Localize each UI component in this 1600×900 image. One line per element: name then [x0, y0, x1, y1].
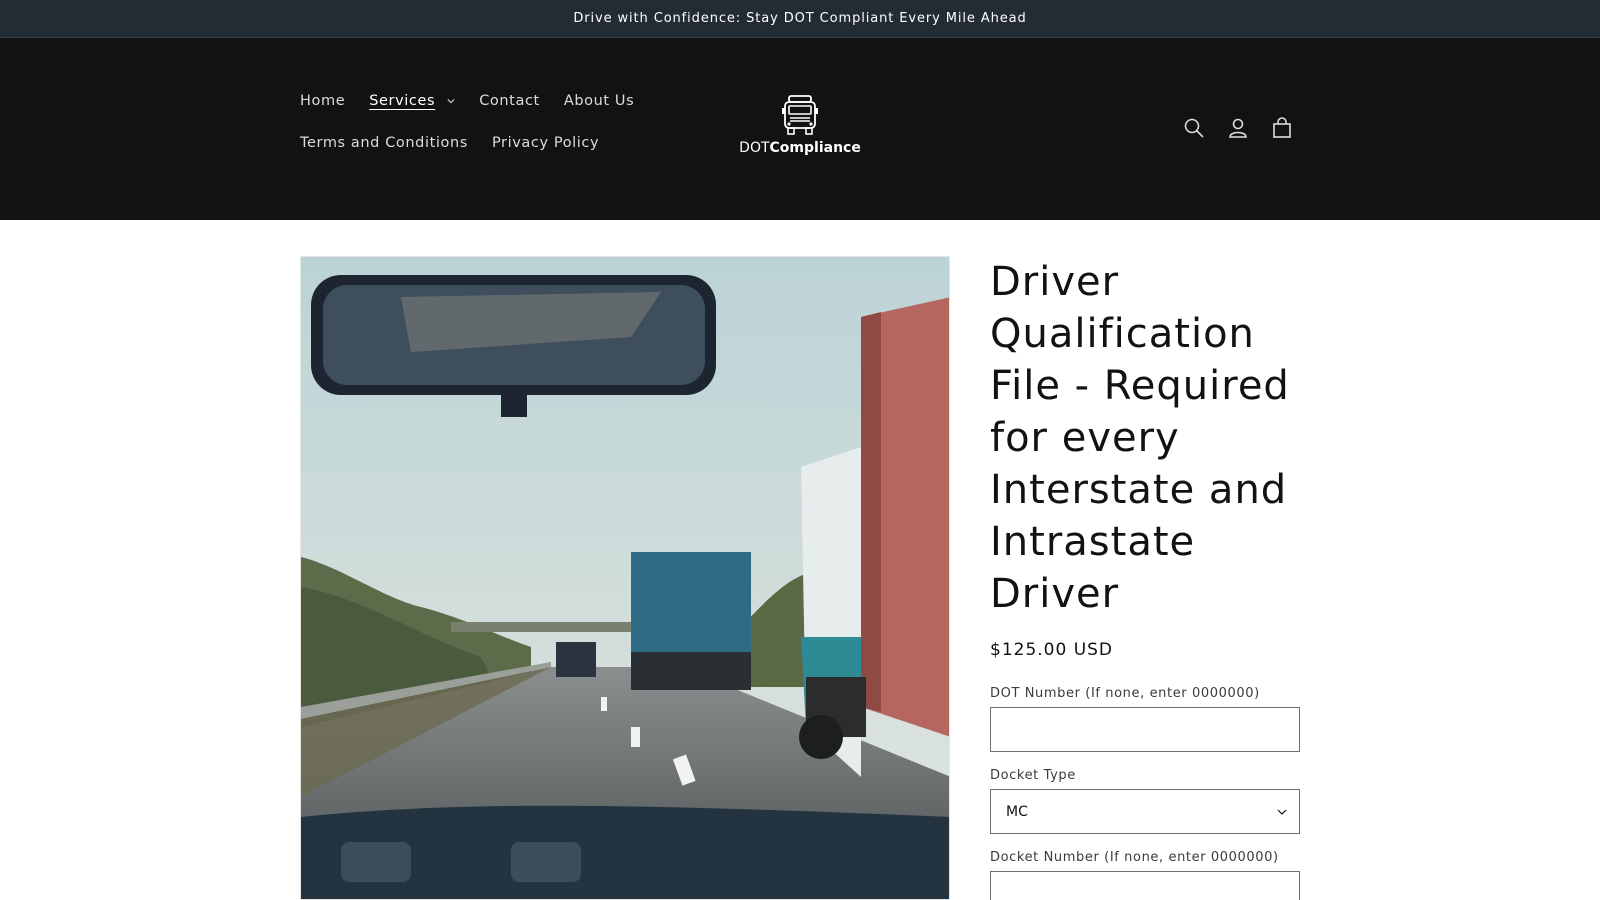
truck-highway-photo	[301, 257, 949, 899]
chevron-down-icon	[447, 99, 455, 104]
dot-number-field[interactable]	[990, 707, 1300, 752]
account-icon[interactable]	[1224, 114, 1252, 142]
nav-home[interactable]: Home	[300, 93, 345, 109]
docket-type-value: MC	[1006, 803, 1028, 820]
logo-prefix: DOT	[739, 140, 770, 156]
docket-type-select[interactable]: MC	[990, 789, 1300, 834]
docket-number-field[interactable]	[990, 871, 1300, 900]
docket-type-label: Docket Type	[990, 768, 1076, 783]
nav-about-us[interactable]: About Us	[564, 93, 634, 109]
dot-number-label: DOT Number (If none, enter 0000000)	[990, 686, 1260, 701]
site-logo[interactable]: DOTCompliance	[739, 94, 861, 164]
truck-logo-icon	[782, 95, 818, 135]
logo-brand: Compliance	[769, 140, 861, 156]
chevron-down-icon	[1277, 809, 1287, 815]
nav-services-label: Services	[369, 93, 436, 109]
docket-number-label: Docket Number (If none, enter 0000000)	[990, 850, 1279, 865]
product-image[interactable]	[300, 256, 950, 900]
nav-row-2: Terms and Conditions Privacy Policy	[300, 128, 660, 158]
nav-contact[interactable]: Contact	[479, 93, 540, 109]
main-nav: Home Services Contact About Us Terms and…	[300, 86, 660, 170]
product-info: Driver Qualification File - Required for…	[990, 256, 1300, 900]
nav-services[interactable]: Services	[369, 93, 455, 109]
header-icons	[1180, 114, 1312, 142]
cart-icon[interactable]	[1268, 114, 1296, 142]
announcement-text: Drive with Confidence: Stay DOT Complian…	[573, 11, 1027, 26]
nav-row-1: Home Services Contact About Us	[300, 86, 660, 116]
product-title: Driver Qualification File - Required for…	[990, 259, 1290, 617]
nav-privacy[interactable]: Privacy Policy	[492, 135, 599, 151]
product-price: $125.00 USD	[990, 640, 1114, 660]
nav-terms[interactable]: Terms and Conditions	[300, 135, 468, 151]
site-header: Home Services Contact About Us Terms and…	[0, 38, 1600, 220]
search-icon[interactable]	[1180, 114, 1208, 142]
logo-text: DOTCompliance	[739, 140, 861, 156]
announcement-bar: Drive with Confidence: Stay DOT Complian…	[0, 0, 1600, 38]
